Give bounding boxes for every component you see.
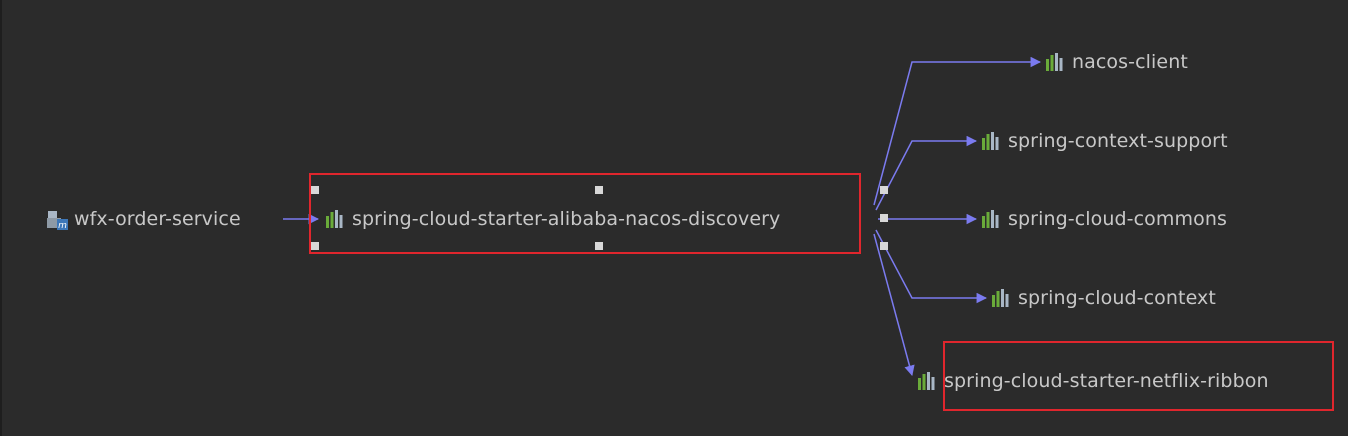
resize-handle-bottom-center[interactable] [595, 242, 603, 250]
node-nacos-client-label: nacos-client [1072, 51, 1188, 73]
library-icon [918, 372, 938, 390]
node-root[interactable]: m wfx-order-service [46, 204, 241, 234]
node-spring-cloud-commons-label: spring-cloud-commons [1008, 208, 1227, 230]
library-icon [326, 210, 346, 228]
edge-to-spring-cloud-context [875, 229, 988, 304]
resize-handle-middle-right[interactable] [880, 214, 888, 222]
edge-to-spring-context-support [875, 135, 978, 211]
node-spring-context-support[interactable]: spring-context-support [982, 126, 1228, 156]
module-icon: m [46, 208, 68, 231]
library-icon [982, 210, 1002, 228]
svg-text:m: m [58, 221, 67, 230]
resize-handle-top-right[interactable] [880, 186, 888, 194]
resize-handle-top-center[interactable] [595, 186, 603, 194]
node-spring-context-support-label: spring-context-support [1008, 130, 1228, 152]
node-selected-label: spring-cloud-starter-alibaba-nacos-disco… [352, 208, 781, 230]
library-icon [1046, 53, 1066, 71]
resize-handle-top-left[interactable] [311, 186, 319, 194]
edge-to-spring-cloud-starter-netflix-ribbon [873, 233, 915, 377]
node-spring-cloud-commons[interactable]: spring-cloud-commons [982, 204, 1227, 234]
node-selected[interactable]: spring-cloud-starter-alibaba-nacos-disco… [326, 204, 780, 234]
node-spring-cloud-context[interactable]: spring-cloud-context [992, 283, 1216, 313]
resize-handle-bottom-left[interactable] [311, 242, 319, 250]
library-icon [982, 132, 1002, 150]
library-icon [992, 289, 1012, 307]
node-spring-cloud-starter-netflix-ribbon[interactable]: spring-cloud-starter-netflix-ribbon [918, 366, 1269, 396]
resize-handle-bottom-right[interactable] [880, 242, 888, 250]
node-spring-cloud-starter-netflix-ribbon-label: spring-cloud-starter-netflix-ribbon [944, 370, 1269, 392]
dependency-diagram-canvas[interactable]: m wfx-order-service spring-cloud-starter… [0, 0, 1348, 436]
node-root-label: wfx-order-service [74, 208, 241, 230]
node-nacos-client[interactable]: nacos-client [1046, 47, 1188, 77]
node-spring-cloud-context-label: spring-cloud-context [1018, 287, 1216, 309]
